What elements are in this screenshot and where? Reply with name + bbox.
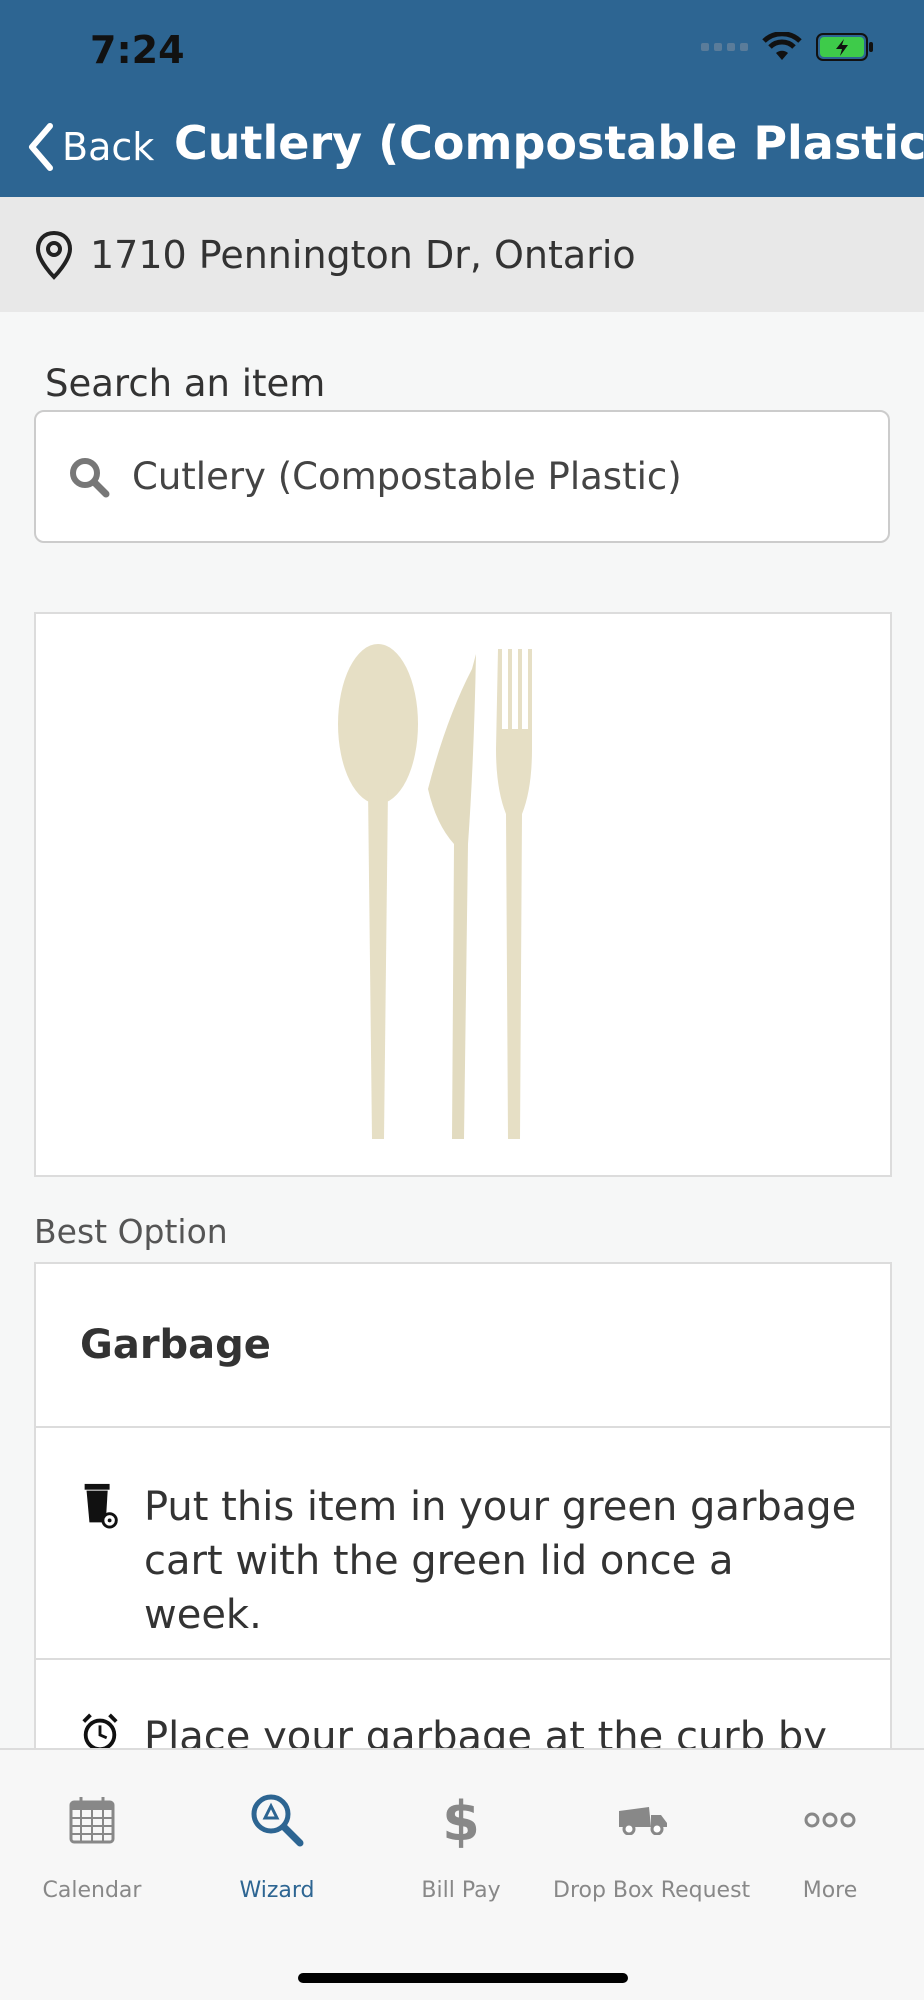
tab-label: Calendar xyxy=(42,1878,142,1903)
garbage-cart-icon xyxy=(84,1483,118,1529)
wifi-icon xyxy=(762,32,802,60)
tab-wizard[interactable]: Wizard xyxy=(187,1790,367,1903)
status-bar: 7:24 xyxy=(0,0,924,100)
tab-label: Wizard xyxy=(239,1878,315,1903)
tab-bill-pay[interactable]: $ Bill Pay xyxy=(371,1790,551,1903)
tab-more[interactable]: More xyxy=(740,1790,920,1903)
option-row: Place your garbage at the curb by 6 xyxy=(36,1660,890,1762)
recycle-search-icon xyxy=(251,1794,304,1847)
chevron-left-icon xyxy=(29,123,53,171)
tab-label: Drop Box Request xyxy=(553,1878,751,1903)
more-icon xyxy=(804,1812,856,1828)
cutlery-image xyxy=(338,644,532,1139)
tab-bar: Calendar Wizard $ Bill Pay Drop Box Requ… xyxy=(0,1748,924,2000)
tab-label: Bill Pay xyxy=(421,1878,501,1903)
location-pin-icon xyxy=(35,230,73,280)
tab-label: More xyxy=(802,1878,858,1903)
option-card: Garbage Put this item in your green garb… xyxy=(34,1262,892,1762)
item-image-card xyxy=(34,612,892,1177)
option-title: Garbage xyxy=(36,1264,890,1428)
search-label: Search an item xyxy=(45,362,326,405)
back-label: Back xyxy=(62,125,155,169)
tab-calendar[interactable]: Calendar xyxy=(2,1790,182,1903)
battery-icon xyxy=(816,33,873,61)
best-option-heading: Best Option xyxy=(34,1212,228,1251)
truck-icon xyxy=(619,1807,667,1835)
svg-text:$: $ xyxy=(442,1792,480,1848)
address-bar[interactable]: 1710 Pennington Dr, Ontario xyxy=(0,197,924,312)
calendar-icon xyxy=(69,1797,115,1844)
page-title: Cutlery (Compostable Plastic) xyxy=(174,116,924,170)
search-input[interactable] xyxy=(132,455,852,498)
option-row-text: Put this item in your green garbage cart… xyxy=(144,1484,857,1638)
signal-icon xyxy=(701,43,748,51)
option-row: Put this item in your green garbage cart… xyxy=(36,1428,890,1660)
search-box[interactable] xyxy=(34,410,890,543)
search-icon xyxy=(70,457,110,497)
back-button[interactable]: Back xyxy=(26,122,154,172)
tab-drop-box-request[interactable]: Drop Box Request xyxy=(553,1790,751,1903)
status-time: 7:24 xyxy=(90,28,185,72)
address-text: 1710 Pennington Dr, Ontario xyxy=(90,232,636,277)
nav-bar: Back Cutlery (Compostable Plastic) xyxy=(0,100,924,197)
status-icons xyxy=(701,32,874,62)
dollar-icon: $ xyxy=(442,1792,480,1848)
home-indicator[interactable] xyxy=(298,1973,628,1983)
